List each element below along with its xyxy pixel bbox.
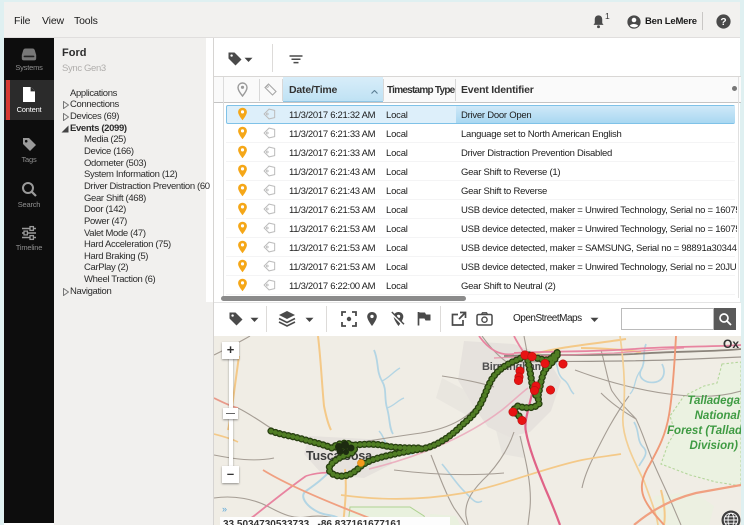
svg-text:?: ? <box>720 17 726 28</box>
svg-text:Division): Division) <box>689 440 738 452</box>
svg-text:National: National <box>695 410 741 422</box>
svg-text:Forest (Tallad: Forest (Tallad <box>667 425 741 437</box>
svg-text:Talladega: Talladega <box>687 395 740 407</box>
svg-text:Ox: Ox <box>723 337 739 351</box>
